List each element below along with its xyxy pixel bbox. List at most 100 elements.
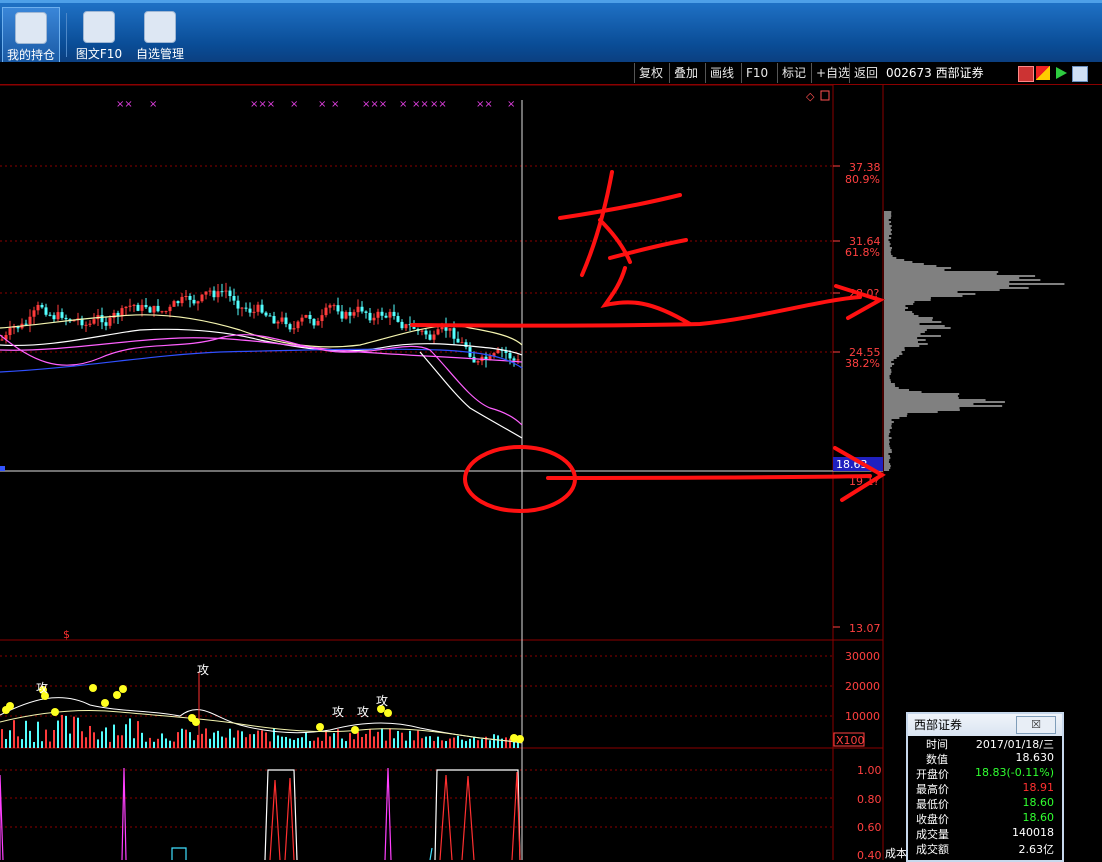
volume-bar [241,731,243,748]
volume-bar [385,740,387,748]
volume-bar [425,736,427,748]
candle-body [380,311,384,316]
volume-bar [105,727,107,748]
candle-body [452,328,456,339]
candle-body [316,321,320,326]
candle-body [304,315,308,318]
candle-body [168,306,172,312]
candle-body [384,315,388,318]
volume-bar [201,733,203,748]
signal-marks: ×× × ××× × × × ××× × ×× ×× ×× × [116,99,515,110]
volume-bar [405,740,407,748]
volume-bar [389,728,391,748]
svg-text:×: × [149,99,157,110]
volume-bar [505,737,507,748]
candle-body [336,305,340,312]
close-icon[interactable]: ☒ [1016,716,1056,734]
candle-body [8,327,12,336]
volume-bar [73,716,75,748]
candle-body [516,359,520,361]
volume-bar [29,730,31,748]
candle-body [60,312,64,318]
volume-bar [45,729,47,748]
volume-bar [381,728,383,748]
volume-bar [353,739,355,748]
candle-body [196,301,200,304]
volume-bar [417,730,419,748]
candle-body [248,308,252,313]
svg-text:1.00: 1.00 [857,764,882,777]
volume-bar [265,732,267,748]
volume-bar [85,737,87,748]
info-row-volume: 成交量 140018 [916,826,1054,841]
volume-bar [329,736,331,748]
volume-unit: X100 [836,734,865,747]
candle-body [424,330,428,335]
popup-title: 西部证券 [914,718,963,732]
candle-body [448,328,452,331]
svg-text:××: ×× [476,99,493,110]
candle-body [156,305,160,312]
candle-body [268,315,272,317]
candle-body [400,321,404,329]
candle-body [392,311,396,317]
volume-bar [393,738,395,748]
candle-body [88,323,92,325]
candle-body [128,305,132,307]
volume-bar [277,735,279,748]
candle-body [284,317,288,325]
candle-body [396,316,400,322]
candle-body [420,330,424,332]
volume-bar [305,732,307,748]
volume-bar [437,736,439,748]
volume-bar [429,736,431,748]
candle-body [172,301,176,307]
volume-bar [33,741,35,748]
candle-body [476,361,480,363]
volume-axis: 30000 20000 10000 [845,650,880,723]
volume-bar [145,741,147,748]
volume-bar [461,739,463,748]
volume-bar [261,730,263,748]
svg-text:攻: 攻 [376,694,388,708]
candle-body [164,311,168,313]
volume-bar [165,738,167,748]
candle-body [112,312,116,318]
candle-body [460,342,464,344]
svg-text:×: × [507,99,515,110]
candle-body [132,304,136,306]
volume-bar [281,736,283,748]
candle-body [216,291,220,298]
candle-body [508,352,512,359]
box-icon [820,90,830,101]
candle-body [92,319,96,324]
candle-body [496,349,500,354]
volume-bar [49,741,51,748]
candle-body [148,307,152,313]
volume-bar [309,741,311,748]
volume-bar [177,732,179,748]
info-row-time: 时间 2017/01/18/三 [926,738,1054,751]
pct-label-4: 38.2% [845,357,880,370]
volume-bar [489,740,491,748]
candle-body [212,290,216,298]
volume-bar [337,729,339,748]
popup-header: 西部证券 ☒ [908,714,1062,736]
candle-body [404,324,408,329]
volume-bar [465,741,467,748]
candle-body [52,315,56,320]
volume-bar [401,732,403,748]
svg-text:××: ×× [116,99,133,110]
volume-bar [157,738,159,748]
volume-bar [409,730,411,748]
info-row-amount: 成交额 2.63亿 [916,843,1054,856]
volume-bar [245,737,247,748]
candle-body [152,305,156,313]
volume-bar [397,730,399,748]
svg-text:30000: 30000 [845,650,880,663]
candle-body [144,304,148,308]
candle-body [236,300,240,309]
volume-bar [341,738,343,748]
volume-bar [301,737,303,748]
candle-body [0,339,4,341]
